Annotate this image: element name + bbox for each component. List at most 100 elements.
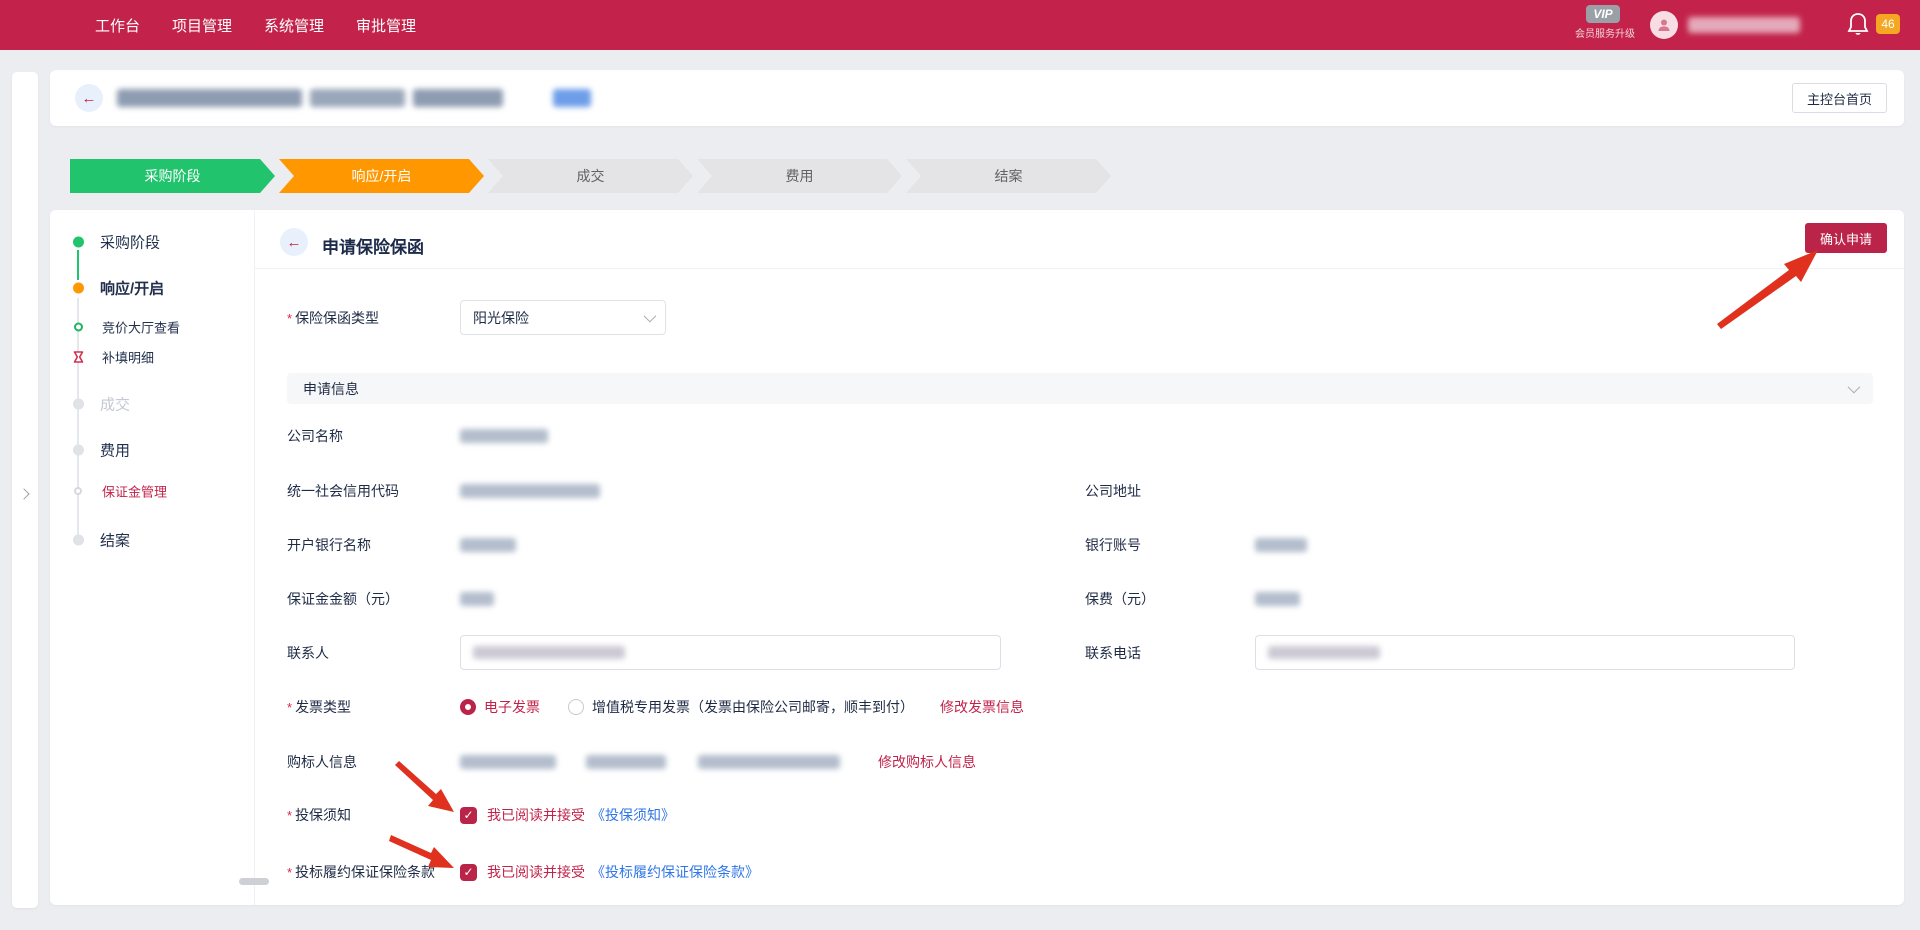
buyer-info-row: 修改购标人信息 [460, 752, 976, 772]
credit-code-redacted [460, 484, 600, 498]
person-icon [1656, 17, 1672, 33]
credit-code-label: 统一社会信用代码 [287, 481, 399, 501]
required-mark: * [287, 700, 292, 715]
invoice-type-label: *发票类型 [287, 697, 351, 717]
sidebar-item-close[interactable]: 结案 [100, 530, 130, 551]
navbar-right: VIP 会员服务升级 46 [1500, 0, 1920, 50]
confirm-apply-button[interactable]: 确认申请 [1805, 223, 1887, 253]
notification-count-badge[interactable]: 46 [1876, 14, 1900, 34]
vip-upgrade[interactable]: VIP 会员服务升级 [1575, 5, 1631, 40]
sidebar-item-fill-details[interactable]: 补填明细 [102, 348, 154, 367]
divider [255, 268, 1904, 269]
back-button[interactable]: ← [75, 84, 103, 112]
contact-value-redacted [473, 646, 625, 659]
bank-name-label: 开户银行名称 [287, 535, 371, 555]
modify-invoice-link[interactable]: 修改发票信息 [940, 697, 1024, 717]
back-arrow-icon: ← [82, 90, 97, 107]
check-icon: ✓ [463, 808, 473, 822]
bank-account-label: 银行账号 [1085, 535, 1141, 555]
sidebar-item-deal[interactable]: 成交 [100, 394, 130, 415]
menu-item-system-management[interactable]: 系统管理 [264, 15, 324, 36]
breadcrumb-header-card: ← 主控台首页 [50, 70, 1904, 126]
back-arrow-icon: ← [287, 234, 302, 251]
content-card: 采购阶段 响应/开启 竞价大厅查看 补填明细 成交 费用 保证金管理 结案 ← … [50, 210, 1904, 905]
buyer-redacted [698, 755, 840, 769]
deposit-amount-label: 保证金金额（元） [287, 589, 399, 609]
vip-caption: 会员服务升级 [1575, 25, 1631, 40]
hourglass-icon [72, 351, 85, 364]
buyer-redacted [460, 755, 556, 769]
chevron-down-icon [644, 310, 657, 323]
check-icon: ✓ [463, 865, 473, 879]
application-info-section-header[interactable]: 申请信息 [287, 373, 1873, 404]
project-title-redacted [117, 89, 591, 107]
redacted-badge [553, 89, 591, 107]
company-name-redacted [460, 429, 548, 443]
chevron-down-icon [1848, 381, 1861, 394]
step-procurement: 采购阶段 [70, 159, 275, 193]
modify-buyer-link[interactable]: 修改购标人信息 [878, 752, 976, 772]
bank-name-redacted [460, 538, 516, 552]
sidebar-item-bidding-hall[interactable]: 竞价大厅查看 [102, 318, 180, 337]
main-menu: 工作台 项目管理 系统管理 审批管理 [0, 15, 416, 36]
bank-account-redacted [1255, 538, 1307, 552]
stage-progress-bar: 采购阶段 响应/开启 成交 费用 结案 [70, 159, 1111, 193]
notice-checkbox-checked[interactable]: ✓ [460, 807, 477, 824]
notice-agree-row: ✓ 我已阅读并接受 《投保须知》 [460, 805, 675, 825]
radio-electronic-invoice-selected[interactable] [460, 699, 476, 715]
vat-invoice-label[interactable]: 增值税专用发票（发票由保险公司邮寄，顺丰到付） [592, 697, 914, 717]
insurance-type-value: 阳光保险 [473, 308, 644, 328]
dot-pending-icon [73, 399, 84, 410]
redacted-text [310, 89, 405, 107]
company-name-label: 公司名称 [287, 426, 343, 446]
redacted-text [413, 89, 503, 107]
sidebar-collapse-strip[interactable] [12, 72, 38, 908]
sidebar-item-procurement[interactable]: 采购阶段 [100, 232, 160, 253]
required-mark: * [287, 311, 292, 326]
stage-timeline: 采购阶段 响应/开启 竞价大厅查看 补填明细 成交 费用 保证金管理 结案 [50, 210, 255, 905]
radio-vat-invoice[interactable] [568, 699, 584, 715]
invoice-type-radio-group: 电子发票 增值税专用发票（发票由保险公司邮寄，顺丰到付） 修改发票信息 [460, 697, 1024, 717]
user-avatar[interactable] [1650, 11, 1678, 39]
step-close: 结案 [906, 159, 1111, 193]
menu-item-project-management[interactable]: 项目管理 [172, 15, 232, 36]
ring-icon [74, 323, 83, 332]
notice-label: *投保须知 [287, 805, 351, 825]
terms-document-link[interactable]: 《投标履约保证保险条款》 [591, 862, 759, 882]
ring-icon [74, 487, 82, 495]
sidebar-item-deposit-management[interactable]: 保证金管理 [102, 482, 167, 501]
notification-bell-icon[interactable] [1847, 12, 1869, 38]
insurance-type-select[interactable]: 阳光保险 [460, 300, 666, 335]
step-deal: 成交 [488, 159, 693, 193]
step-fee: 费用 [697, 159, 902, 193]
sidebar-item-response-open[interactable]: 响应/开启 [100, 278, 164, 299]
timeline-line-done [77, 250, 79, 280]
deposit-amount-redacted [460, 592, 494, 606]
top-navbar: 工作台 项目管理 系统管理 审批管理 VIP 会员服务升级 46 [0, 0, 1920, 50]
menu-item-workbench[interactable]: 工作台 [95, 15, 140, 36]
premium-label: 保费（元） [1085, 589, 1155, 609]
terms-checkbox-checked[interactable]: ✓ [460, 864, 477, 881]
menu-item-approval-management[interactable]: 审批管理 [356, 15, 416, 36]
sidebar-item-fee[interactable]: 费用 [100, 440, 130, 461]
company-address-label: 公司地址 [1085, 481, 1141, 501]
username-redacted [1688, 17, 1800, 33]
contact-input[interactable] [460, 635, 1001, 670]
console-home-button[interactable]: 主控台首页 [1792, 83, 1887, 113]
phone-input[interactable] [1255, 635, 1795, 670]
buyer-redacted [586, 755, 666, 769]
buyer-info-label: 购标人信息 [287, 752, 357, 772]
timeline-line [77, 298, 79, 542]
expand-chevron-icon[interactable] [18, 488, 29, 499]
phone-value-redacted [1268, 646, 1380, 659]
page-title: 申请保险保函 [322, 233, 424, 258]
notice-document-link[interactable]: 《投保须知》 [591, 805, 675, 825]
premium-redacted [1255, 592, 1300, 606]
electronic-invoice-label[interactable]: 电子发票 [484, 697, 540, 717]
dot-active-icon [73, 283, 84, 294]
section-title: 申请信息 [303, 379, 1848, 399]
form-back-button[interactable]: ← [280, 228, 308, 256]
contact-label: 联系人 [287, 643, 329, 663]
apply-guarantee-panel: ← 申请保险保函 确认申请 *保险保函类型 阳光保险 申请信息 公司名称 统一社… [255, 210, 1904, 905]
phone-label: 联系电话 [1085, 643, 1141, 663]
